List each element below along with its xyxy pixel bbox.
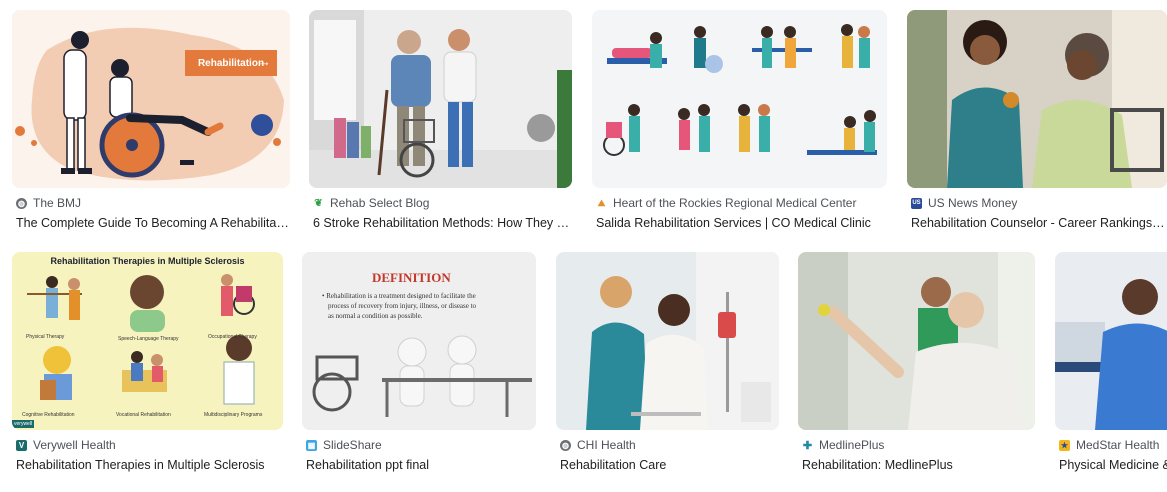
result-source[interactable]: US News Money [928, 196, 1017, 210]
globe-icon: ◍ [16, 197, 27, 209]
flag-icon: US [911, 197, 922, 209]
result-image[interactable] [907, 10, 1167, 188]
result-image[interactable]: Rehabilitation Therapies in Multiple Scl… [12, 252, 283, 430]
result-card-verywell[interactable]: Rehabilitation Therapies in Multiple Scl… [12, 252, 283, 477]
image-label: Multidisciplinary Programs [204, 412, 263, 418]
slides-icon: ▦ [306, 439, 317, 451]
image-label: Speech-Language Therapy [118, 336, 179, 342]
image-heading: Rehabilitation Therapies in Multiple Scl… [50, 256, 245, 266]
image-label: Vocational Rehabilitation [116, 412, 171, 418]
image-label: Physical Therapy [26, 334, 65, 340]
result-image[interactable]: DEFINITION • Rehabilitation is a treatme… [302, 252, 536, 430]
result-image[interactable]: Rehabilitation → [12, 10, 290, 188]
result-card-chi-health[interactable]: ◍ CHI Health Rehabilitation Care [556, 252, 779, 477]
image-label: Cognitive Rehabilitation [22, 412, 75, 418]
result-image[interactable] [309, 10, 572, 188]
result-card-bmj[interactable]: Rehabilitation → ◍ The BMJ The Complete … [12, 10, 291, 232]
result-image[interactable] [798, 252, 1035, 430]
result-card-rehab-select[interactable]: ❦ Rehab Select Blog 6 Stroke Rehabilitat… [309, 10, 572, 232]
mountain-icon: ⛰ [596, 197, 607, 209]
result-title[interactable]: Salida Rehabilitation Services | CO Medi… [596, 216, 886, 230]
result-title[interactable]: The Complete Guide To Becoming A Rehabil… [16, 216, 291, 230]
result-title[interactable]: Rehabilitation Care [560, 458, 778, 472]
result-title[interactable]: Rehabilitation Therapies in Multiple Scl… [16, 458, 284, 472]
image-line: • Rehabilitation is a treatment designed… [322, 292, 476, 300]
result-card-slideshare[interactable]: DEFINITION • Rehabilitation is a treatme… [302, 252, 536, 477]
result-title[interactable]: Physical Medicine & R... [1059, 458, 1167, 472]
result-source[interactable]: The BMJ [33, 196, 81, 210]
watermark: verywell [12, 420, 35, 428]
result-card-usnews[interactable]: US US News Money Rehabilitation Counselo… [907, 10, 1167, 232]
result-title[interactable]: Rehabilitation Counselor - Career Rankin… [911, 216, 1166, 230]
result-source[interactable]: Heart of the Rockies Regional Medical Ce… [613, 196, 856, 210]
leaf-icon: ❦ [313, 197, 324, 209]
globe-icon: ◍ [560, 439, 571, 451]
result-image[interactable] [592, 10, 887, 188]
result-title[interactable]: Rehabilitation ppt final [306, 458, 536, 472]
result-image[interactable] [556, 252, 779, 430]
result-source[interactable]: MedlinePlus [819, 438, 884, 452]
image-line: as normal a condition as possible. [328, 312, 423, 320]
result-image[interactable] [1055, 252, 1167, 430]
image-line: process of recovery from injury, illness… [328, 302, 477, 310]
result-source[interactable]: SlideShare [323, 438, 382, 452]
result-card-medlineplus[interactable]: ✚ MedlinePlus Rehabilitation: MedlinePlu… [798, 252, 1035, 477]
arrow-icon: → [258, 54, 271, 69]
result-title[interactable]: Rehabilitation: MedlinePlus [802, 458, 1034, 472]
result-source[interactable]: Verywell Health [33, 438, 116, 452]
image-label: Occupational Therapy [208, 334, 257, 340]
v-icon: V [16, 439, 27, 451]
star-icon: ★ [1059, 439, 1070, 451]
result-title[interactable]: 6 Stroke Rehabilitation Methods: How The… [313, 216, 571, 230]
result-card-heart-rockies[interactable]: ⛰ Heart of the Rockies Regional Medical … [592, 10, 887, 232]
plus-icon: ✚ [802, 439, 813, 452]
result-source[interactable]: MedStar Health [1076, 438, 1159, 452]
image-heading: DEFINITION [372, 270, 451, 285]
result-card-medstar[interactable]: ★ MedStar Health Physical Medicine & R..… [1055, 252, 1167, 477]
result-source[interactable]: CHI Health [577, 438, 636, 452]
result-source[interactable]: Rehab Select Blog [330, 196, 429, 210]
